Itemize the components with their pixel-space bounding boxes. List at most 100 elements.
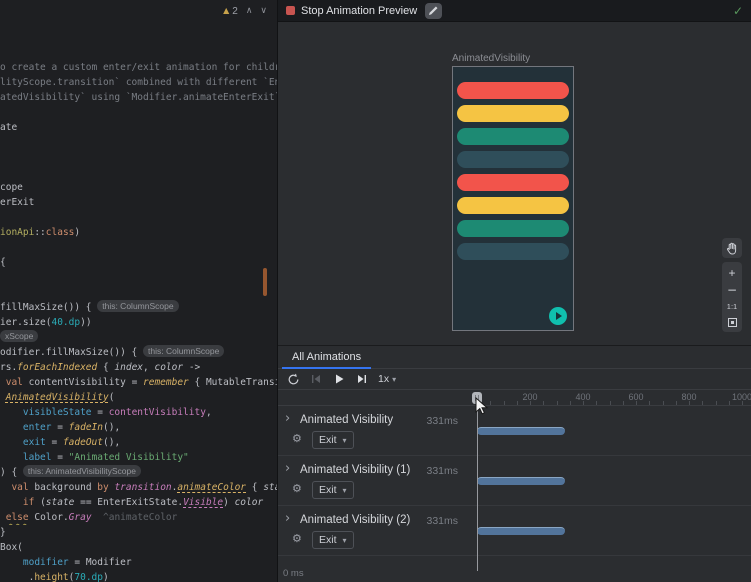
code-token: ( [34, 497, 45, 508]
code-line: rs.forEachIndexed { index, color -> [0, 360, 277, 375]
edit-animation-button[interactable] [425, 3, 442, 19]
preview-color-bar [457, 197, 569, 214]
code-token: ionApi [0, 227, 34, 238]
code-token: state [263, 482, 277, 493]
timeline-footer: 0 ms [278, 564, 751, 582]
code-line: cope [0, 180, 277, 195]
ruler-tick [676, 401, 677, 405]
preview-up-to-date-check-icon: ✓ [733, 4, 743, 18]
timeline-bar[interactable] [477, 527, 565, 535]
code-token: Box( [0, 542, 23, 553]
zoom-actual-size-button[interactable]: 1:1 [727, 301, 737, 313]
code-token: by [97, 482, 108, 493]
code-line: ier.size(40.dp)) [0, 315, 277, 330]
code-line: Box( [0, 540, 277, 555]
ruler-tick [649, 401, 650, 405]
code-token: index [114, 362, 143, 373]
code-token: ) [103, 572, 109, 582]
preview-color-bar [457, 243, 569, 260]
ruler-label: 800 [681, 392, 696, 402]
pan-tool-button[interactable] [722, 238, 742, 258]
code-token: height [34, 572, 68, 582]
code-line [0, 240, 277, 255]
code-token: atedVisibility` using `Modifier.animateE… [0, 92, 277, 103]
code-token: { [246, 482, 263, 493]
stop-animation-preview-label: Stop Animation Preview [301, 5, 417, 17]
ruler-label: 200 [522, 392, 537, 402]
animation-duration: 331ms [398, 415, 458, 427]
code-token: visibleState [23, 407, 92, 418]
code-token: Visible [183, 497, 223, 508]
timeline-ruler[interactable]: 2004006008001000 [278, 390, 751, 406]
animation-row: ›Animated Visibility (2)331ms⚙Exit▾ [278, 506, 751, 556]
code-token: = [46, 437, 63, 448]
ruler-label: 600 [628, 392, 643, 402]
chevron-down-icon: ▾ [343, 436, 347, 445]
tab-all-animations[interactable]: All Animations [282, 346, 371, 369]
chevron-right-icon[interactable]: › [285, 462, 290, 475]
go-to-end-button[interactable] [355, 372, 369, 386]
chevron-right-icon[interactable]: › [285, 412, 290, 425]
chevron-down-icon: ▾ [343, 486, 347, 495]
fit-screen-icon [728, 318, 737, 327]
code-token: erExit [0, 197, 34, 208]
code-token: val [6, 377, 23, 388]
animations-timeline-panel: All Animations 1x ▾ [278, 345, 751, 582]
chevron-right-icon[interactable]: › [285, 512, 290, 525]
code-token: else [6, 512, 29, 523]
state-dropdown[interactable]: Exit▾ [312, 481, 354, 499]
loop-playback-button[interactable] [286, 372, 300, 386]
code-line [0, 150, 277, 165]
code-token: (), [103, 422, 120, 433]
next-problem-icon[interactable]: ∨ [260, 6, 267, 16]
ruler-tick [504, 401, 505, 405]
state-dropdown[interactable]: Exit▾ [312, 431, 354, 449]
preview-color-bar [457, 151, 569, 168]
pencil-icon [428, 5, 439, 16]
code-token [0, 407, 23, 418]
code-token [0, 437, 23, 448]
ruler-tick [716, 401, 717, 405]
preview-composable-label: AnimatedVisibility [452, 53, 530, 64]
preview-bar-list [457, 82, 569, 260]
ruler-tick [543, 401, 544, 405]
gear-icon[interactable]: ⚙ [292, 432, 302, 445]
loop-icon [287, 373, 300, 386]
inlay-hint-chip: this: ColumnScope [97, 300, 178, 312]
play-button[interactable] [332, 372, 346, 386]
previous-problem-icon[interactable]: ∧ [246, 6, 253, 16]
ruler-tick [596, 401, 597, 405]
zoom-to-fit-button[interactable] [728, 318, 737, 327]
playback-speed-dropdown[interactable]: 1x ▾ [378, 373, 396, 385]
ruler-tick [623, 401, 624, 405]
code-token [0, 557, 23, 568]
inspections-warning-widget[interactable]: ▲ 2 [223, 0, 238, 22]
preview-color-bar [457, 105, 569, 122]
code-token: (), [103, 437, 120, 448]
preview-fab-button[interactable] [549, 307, 567, 325]
timeline-bar[interactable] [477, 427, 565, 435]
zoom-out-button[interactable]: − [727, 284, 737, 296]
gear-icon[interactable]: ⚙ [292, 532, 302, 545]
code-line: } [0, 525, 277, 540]
timeline-bar[interactable] [477, 477, 565, 485]
code-line: AnimatedVisibility( [0, 390, 277, 405]
state-dropdown[interactable]: Exit▾ [312, 531, 354, 549]
code-token: state [46, 497, 75, 508]
editor-scrollbar-thumb[interactable] [263, 268, 267, 296]
code-line: val contentVisibility = remember { Mutab… [0, 375, 277, 390]
code-token: ( [109, 392, 115, 403]
code-line: erExit [0, 195, 277, 210]
code-editor[interactable]: ▲ 2 ∧ ∨ o create a custom enter/exit ani… [0, 0, 277, 582]
code-token: ^animateColor [92, 512, 178, 523]
code-token: 40.dp [51, 317, 80, 328]
stop-animation-preview-button[interactable]: Stop Animation Preview [286, 5, 417, 17]
state-value: Exit [319, 534, 337, 546]
zoom-in-button[interactable]: + [728, 267, 735, 279]
code-line: o create a custom enter/exit animation f… [0, 60, 277, 75]
go-to-start-button[interactable] [309, 372, 323, 386]
code-token: if [23, 497, 34, 508]
gear-icon[interactable]: ⚙ [292, 482, 302, 495]
code-token: transition [114, 482, 171, 493]
code-token: . [0, 572, 34, 582]
